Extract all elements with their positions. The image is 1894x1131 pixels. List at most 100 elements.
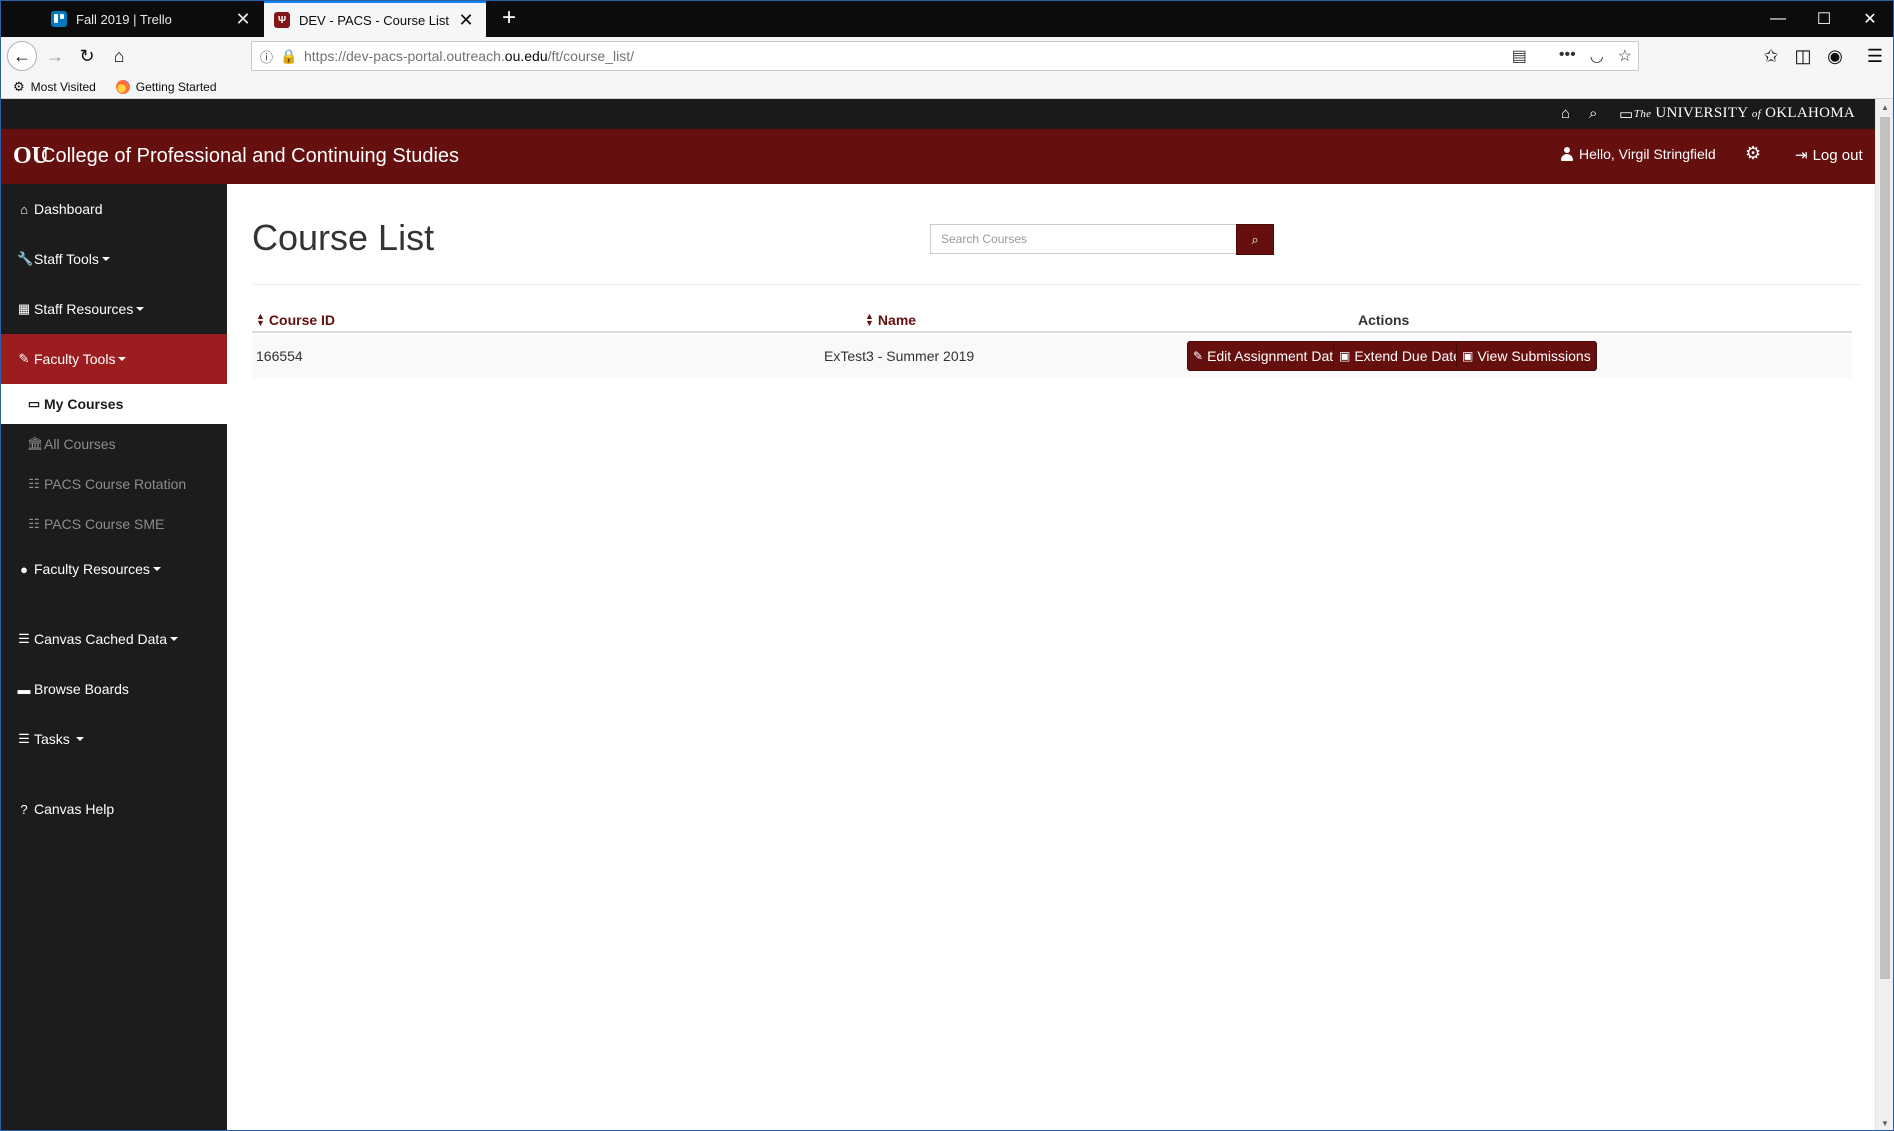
- menu-icon[interactable]: ☰: [1861, 42, 1889, 70]
- caret-down-icon: [136, 307, 145, 311]
- sort-icon: ▲ ▼: [865, 311, 874, 328]
- sidebar-item-my-courses[interactable]: ▭ My Courses: [1, 384, 227, 424]
- sidebar-item-tasks[interactable]: ☰ Tasks: [1, 714, 227, 764]
- sidebar-item-canvas-cached-data[interactable]: ☰ Canvas Cached Data: [1, 614, 227, 664]
- tab-title: DEV - PACS - Course List: [299, 12, 450, 28]
- sidebar-item-staff-resources[interactable]: ▦ Staff Resources: [1, 284, 227, 334]
- sign-out-icon: ⇥: [1795, 147, 1808, 164]
- question-circle-icon: ?: [20, 801, 28, 817]
- home-button[interactable]: ⌂: [105, 42, 133, 70]
- page-title: Course List: [252, 217, 435, 258]
- caret-down-icon: [101, 257, 110, 261]
- database-icon: ☰: [18, 631, 30, 646]
- scroll-down-arrow-icon[interactable]: ▼: [1876, 1119, 1893, 1128]
- reload-button[interactable]: ↻: [73, 42, 101, 70]
- scroll-up-arrow-icon[interactable]: ▲: [1876, 103, 1893, 112]
- column-header-course-id[interactable]: ▲ ▼ Course ID: [256, 311, 335, 329]
- cell-course-id: 166554: [256, 348, 303, 364]
- page-actions-icon[interactable]: •••: [1559, 46, 1576, 66]
- bookmark-label: Getting Started: [135, 79, 217, 94]
- tab-strip: Fall 2019 | Trello ✕ Ψ DEV - PACS - Cour…: [1, 1, 1893, 37]
- clipboard-icon: ▣: [1339, 349, 1351, 363]
- firefox-icon: [115, 79, 130, 94]
- close-tab-icon[interactable]: ✕: [233, 9, 253, 30]
- back-button[interactable]: ←: [7, 41, 37, 71]
- site-title[interactable]: College of Professional and Continuing S…: [41, 145, 459, 168]
- ou-logo[interactable]: OU: [13, 143, 49, 169]
- view-submissions-button[interactable]: ▣ View Submissions: [1456, 341, 1597, 371]
- tab-course-list[interactable]: Ψ DEV - PACS - Course List ✕: [264, 1, 486, 37]
- close-window-button[interactable]: ✕: [1847, 1, 1893, 37]
- sort-icon: ▲ ▼: [256, 311, 265, 328]
- tab-title: Fall 2019 | Trello: [76, 11, 172, 27]
- apple-icon: ●: [20, 561, 28, 577]
- edit-icon: ✎: [1193, 349, 1204, 363]
- new-tab-button[interactable]: +: [495, 4, 523, 32]
- tasks-list-icon: ☰: [18, 731, 30, 746]
- page-viewport: ⌂ ⌕ ▭ The UNIVERSITY of OKLAHOMA OU Coll…: [1, 99, 1875, 1130]
- sidebar-item-course-sme[interactable]: ☷ PACS Course SME: [1, 504, 227, 544]
- lock-icon: 🔒: [280, 47, 298, 64]
- close-tab-icon[interactable]: ✕: [456, 10, 476, 31]
- search-icon[interactable]: ⌕: [1589, 105, 1597, 122]
- cell-course-name: ExTest3 - Summer 2019: [824, 348, 975, 364]
- home-icon: ⌂: [20, 201, 28, 217]
- divider: [252, 284, 1861, 285]
- sidebar-item-dashboard[interactable]: ⌂ Dashboard: [1, 184, 227, 234]
- caret-down-icon: [152, 567, 161, 571]
- minimize-button[interactable]: —: [1755, 1, 1801, 37]
- sidebar-item-faculty-tools[interactable]: ✎ Faculty Tools: [1, 334, 227, 384]
- logout-link[interactable]: ⇥ Log out: [1795, 146, 1863, 165]
- info-icon[interactable]: ⓘ: [260, 47, 280, 66]
- bookmark-star-icon[interactable]: ☆: [1618, 46, 1632, 66]
- search-input[interactable]: [930, 224, 1236, 254]
- bookmark-getting-started[interactable]: Getting Started: [115, 79, 217, 94]
- sidebar-item-all-courses[interactable]: 🏛 All Courses: [1, 424, 227, 464]
- nav-toolbar: ← → ↻ ⌂ ⓘ 🔒 https://dev-pacs-portal.outr…: [1, 37, 1893, 75]
- forward-button[interactable]: →: [41, 42, 69, 70]
- university-icon: 🏛: [27, 436, 44, 451]
- home-icon[interactable]: ⌂: [1561, 105, 1570, 122]
- wrench-icon: 🔧: [17, 251, 34, 266]
- column-header-name[interactable]: ▲ ▼ Name: [865, 311, 916, 329]
- sidebar: ⌂ Dashboard 🔧 Staff Tools ▦ Staff Resources…: [1, 184, 227, 1130]
- sidebar-item-staff-tools[interactable]: 🔧 Staff Tools: [1, 234, 227, 284]
- settings-gear-icon[interactable]: ⚙: [1745, 143, 1761, 164]
- caret-down-icon: [118, 357, 127, 361]
- pocket-icon[interactable]: ◡: [1590, 46, 1604, 66]
- chat-icon[interactable]: ▭: [1619, 105, 1633, 123]
- caret-down-icon: [170, 637, 179, 641]
- bookmark-label: Most Visited: [30, 79, 96, 94]
- reader-view-icon[interactable]: ▤: [1512, 46, 1527, 66]
- sidebar-toggle-icon[interactable]: ◫: [1789, 42, 1817, 70]
- briefcase-icon: ▦: [17, 301, 31, 316]
- account-icon[interactable]: ◉: [1821, 42, 1849, 70]
- folder-icon: ▬: [17, 681, 31, 697]
- sidebar-item-faculty-resources[interactable]: ● Faculty Resources: [1, 544, 227, 594]
- tab-trello[interactable]: Fall 2019 | Trello ✕: [41, 1, 263, 37]
- table-header: ▲ ▼ Course ID ▲ ▼ Name Actions: [252, 309, 1852, 333]
- scrollbar-thumb[interactable]: [1880, 117, 1890, 979]
- sidebar-item-browse-boards[interactable]: ▬ Browse Boards: [1, 664, 227, 714]
- library-icon[interactable]: ✩: [1757, 42, 1785, 70]
- edit-assignment-dates-button[interactable]: ✎ Edit Assignment Dates: [1187, 341, 1354, 371]
- sidebar-item-canvas-help[interactable]: ? Canvas Help: [1, 784, 227, 834]
- bookmark-most-visited[interactable]: ⚙ Most Visited: [13, 79, 96, 95]
- maximize-button[interactable]: ☐: [1801, 1, 1847, 37]
- sidebar-item-course-rotation[interactable]: ☷ PACS Course Rotation: [1, 464, 227, 504]
- course-search: ⌕: [930, 224, 1274, 255]
- university-wordmark[interactable]: The UNIVERSITY of OKLAHOMA: [1634, 105, 1855, 122]
- extend-due-dates-button[interactable]: ▣ Extend Due Dates: [1333, 341, 1474, 371]
- url-text: https://dev-pacs-portal.outreach.ou.edu/…: [304, 48, 634, 64]
- column-header-actions: Actions: [1358, 312, 1410, 328]
- url-actions: ▤ ••• ◡ ☆: [1512, 46, 1632, 66]
- user-icon: [1561, 147, 1573, 161]
- user-greeting[interactable]: Hello, Virgil Stringfield: [1561, 146, 1716, 162]
- list-icon: ☷: [28, 476, 40, 491]
- table-row: 166554 ExTest3 - Summer 2019 ✎ Edit Assig…: [252, 335, 1852, 378]
- search-button[interactable]: ⌕: [1236, 224, 1274, 255]
- address-bar[interactable]: ⓘ 🔒 https://dev-pacs-portal.outreach.ou.…: [251, 41, 1639, 71]
- page-scrollbar[interactable]: ▲ ▼: [1875, 99, 1893, 1130]
- brand-header: OU College of Professional and Continuin…: [1, 129, 1875, 184]
- pencil-icon: ✎: [18, 351, 30, 366]
